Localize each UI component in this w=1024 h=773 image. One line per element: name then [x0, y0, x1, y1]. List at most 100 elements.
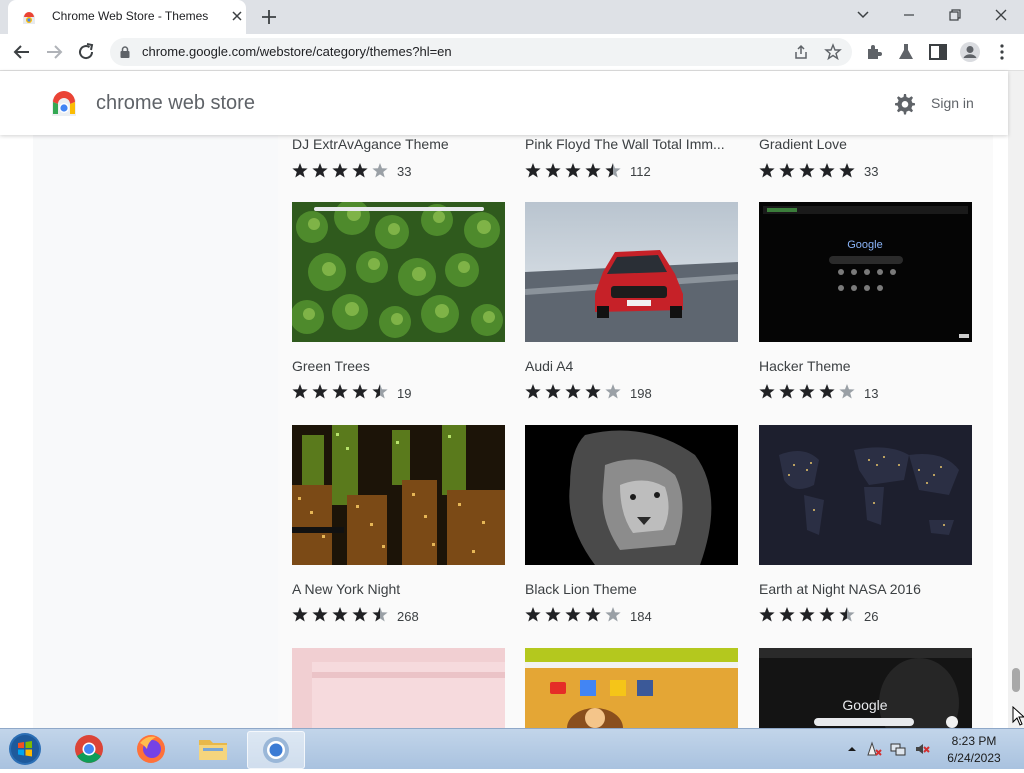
- theme-name[interactable]: Gradient Love: [759, 136, 847, 152]
- star-icon: [585, 163, 601, 178]
- theme-thumbnail[interactable]: Google: [759, 202, 972, 342]
- theme-name[interactable]: DJ ExtrAvAgance Theme: [292, 136, 449, 152]
- star-icon: [839, 384, 855, 399]
- new-tab-icon[interactable]: [259, 7, 279, 27]
- star-icon: [779, 384, 795, 399]
- scrollbar-thumb[interactable]: [1012, 668, 1020, 692]
- action-center-icon[interactable]: [866, 741, 882, 757]
- clock-time[interactable]: 8:23 PM: [946, 734, 1002, 748]
- star-icon: [585, 607, 601, 622]
- close-window-icon[interactable]: [988, 4, 1014, 26]
- rating-count: 268: [397, 609, 419, 624]
- rating-count: 26: [864, 609, 879, 624]
- labs-icon[interactable]: [894, 40, 918, 64]
- thumb-google-text: Google: [842, 697, 887, 713]
- star-icon: [819, 607, 835, 622]
- tab-close-icon[interactable]: [230, 9, 244, 23]
- star-icon: [312, 163, 328, 178]
- star-icon: [292, 384, 308, 399]
- taskbar-file-explorer[interactable]: [188, 731, 238, 767]
- star-icon: [799, 384, 815, 399]
- star-icon: [525, 163, 541, 178]
- clock-date[interactable]: 6/24/2023: [944, 751, 1004, 765]
- taskbar-chrome[interactable]: [64, 731, 114, 767]
- theme-name[interactable]: Audi A4: [525, 358, 573, 374]
- star-icon: [605, 163, 621, 178]
- theme-name[interactable]: Earth at Night NASA 2016: [759, 581, 921, 597]
- restore-icon[interactable]: [942, 4, 968, 26]
- minimize-icon[interactable]: [896, 4, 922, 26]
- rating-count: 112: [630, 164, 651, 179]
- theme-name[interactable]: A New York Night: [292, 581, 400, 597]
- rating-count: 33: [397, 164, 412, 179]
- rating-stars: [292, 607, 388, 622]
- profile-icon[interactable]: [958, 40, 982, 64]
- store-content: DJ ExtrAvAgance Theme 33 Pink Floyd The …: [0, 135, 1008, 728]
- star-icon: [352, 384, 368, 399]
- star-icon: [585, 384, 601, 399]
- rating-count: 33: [864, 164, 879, 179]
- rating-stars: [525, 163, 621, 178]
- tab-chrome-web-store[interactable]: Chrome Web Store - Themes: [8, 0, 246, 34]
- settings-gear-icon[interactable]: [892, 92, 916, 116]
- star-icon: [759, 607, 775, 622]
- star-icon: [312, 384, 328, 399]
- lock-icon[interactable]: [118, 45, 132, 59]
- theme-thumbnail[interactable]: [292, 202, 505, 342]
- taskbar-chrome-active[interactable]: [247, 731, 305, 769]
- url-text[interactable]: chrome.google.com/webstore/category/them…: [142, 44, 452, 59]
- theme-thumbnail[interactable]: [292, 425, 505, 565]
- taskbar-firefox[interactable]: [126, 731, 176, 767]
- rating-stars: [292, 163, 388, 178]
- theme-thumbnail[interactable]: [525, 425, 738, 565]
- store-name[interactable]: chrome web store: [96, 92, 255, 115]
- folder-icon: [199, 740, 227, 760]
- page-scrollbar[interactable]: [1008, 71, 1024, 728]
- star-icon: [372, 607, 388, 622]
- theme-name[interactable]: Black Lion Theme: [525, 581, 637, 597]
- rating-stars: [759, 163, 855, 178]
- star-icon: [332, 384, 348, 399]
- star-icon: [759, 384, 775, 399]
- address-bar[interactable]: chrome.google.com/webstore/category/them…: [110, 38, 852, 66]
- rating-stars: [525, 384, 621, 399]
- star-icon: [839, 607, 855, 622]
- star-icon: [545, 607, 561, 622]
- rating-stars: [525, 607, 621, 622]
- theme-name[interactable]: Green Trees: [292, 358, 370, 374]
- tab-title: Chrome Web Store - Themes: [52, 9, 209, 23]
- star-icon: [525, 384, 541, 399]
- theme-name[interactable]: Pink Floyd The Wall Total Imm...: [525, 136, 725, 152]
- theme-thumbnail[interactable]: [292, 648, 505, 728]
- rating-stars: [292, 384, 388, 399]
- star-icon: [292, 607, 308, 622]
- star-icon: [779, 607, 795, 622]
- show-hidden-icons-icon[interactable]: [844, 741, 860, 757]
- rating-count: 184: [630, 609, 652, 624]
- reload-icon[interactable]: [74, 40, 98, 64]
- back-icon[interactable]: [10, 40, 34, 64]
- theme-thumbnail[interactable]: [525, 202, 738, 342]
- star-icon: [332, 163, 348, 178]
- start-button-icon[interactable]: [6, 731, 44, 767]
- chrome-web-store-logo[interactable]: [50, 90, 78, 118]
- extensions-icon[interactable]: [862, 40, 886, 64]
- star-icon: [352, 163, 368, 178]
- theme-thumbnail[interactable]: [525, 648, 738, 728]
- side-panel-icon[interactable]: [926, 40, 950, 64]
- theme-name[interactable]: Hacker Theme: [759, 358, 851, 374]
- network-icon[interactable]: [890, 741, 906, 757]
- bookmark-star-icon[interactable]: [824, 43, 842, 61]
- tab-search-icon[interactable]: [850, 4, 876, 26]
- sign-in-link[interactable]: Sign in: [931, 95, 974, 111]
- forward-icon[interactable]: [42, 40, 66, 64]
- rating-count: 198: [630, 386, 652, 401]
- share-icon[interactable]: [792, 43, 810, 61]
- theme-thumbnail[interactable]: [759, 425, 972, 565]
- theme-thumbnail[interactable]: Google: [759, 648, 972, 728]
- rating-count: 13: [864, 386, 879, 401]
- star-icon: [605, 607, 621, 622]
- volume-muted-icon[interactable]: [914, 741, 930, 757]
- star-icon: [525, 607, 541, 622]
- menu-icon[interactable]: [990, 40, 1014, 64]
